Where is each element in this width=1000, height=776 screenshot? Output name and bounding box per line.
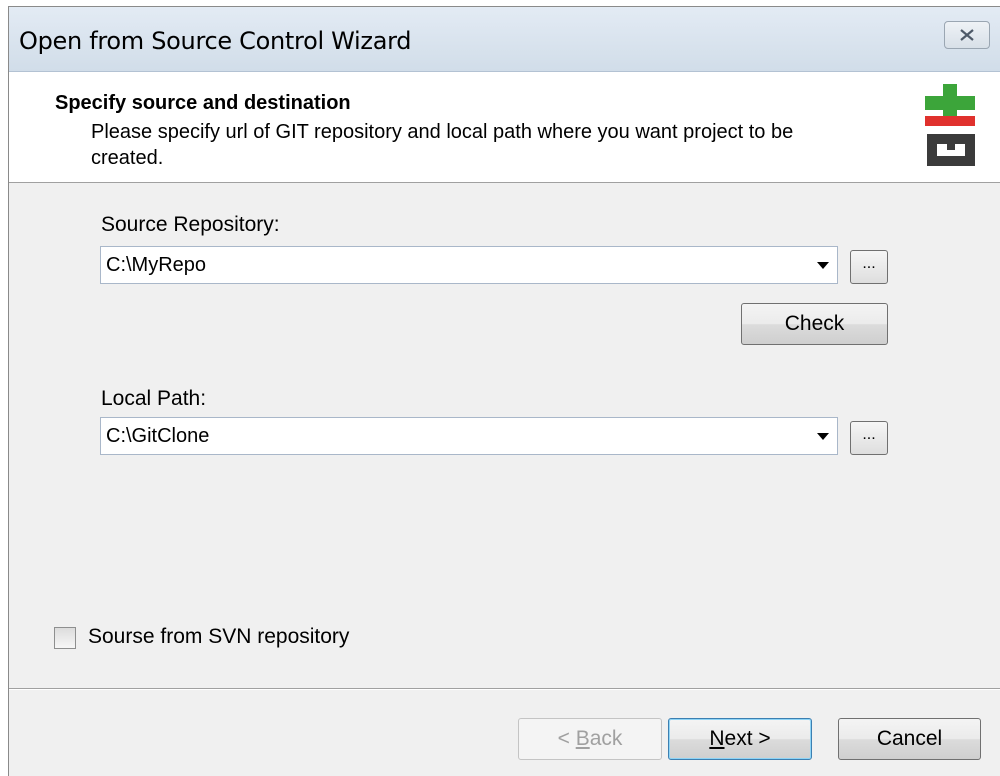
local-browse-button[interactable]: ... <box>850 421 888 455</box>
wizard-header: Specify source and destination Please sp… <box>9 72 1000 183</box>
chevron-down-icon[interactable] <box>817 433 829 441</box>
cancel-button[interactable]: Cancel <box>838 718 981 760</box>
wizard-window: Open from Source Control Wizard Specify … <box>8 6 1000 776</box>
source-repository-combo[interactable]: C:\MyRepo <box>100 246 838 284</box>
window-title: Open from Source Control Wizard <box>19 27 412 55</box>
back-rest: ack <box>589 727 623 750</box>
footer-divider <box>9 688 1000 690</box>
close-button[interactable] <box>944 21 990 49</box>
next-rest: ext > <box>724 727 771 750</box>
page-title: Specify source and destination <box>55 92 351 114</box>
git-logo <box>925 84 975 166</box>
back-accel: B <box>575 727 590 750</box>
title-bar: Open from Source Control Wizard <box>9 7 1000 72</box>
next-accel: N <box>709 727 725 750</box>
page-description: Please specify url of GIT repository and… <box>91 121 794 169</box>
source-repository-label: Source Repository: <box>101 213 280 236</box>
local-path-value: C:\GitClone <box>106 425 210 447</box>
svn-checkbox-label[interactable]: Sourse from SVN repository <box>88 625 349 649</box>
local-path-combo[interactable]: C:\GitClone <box>100 417 838 455</box>
source-repository-value: C:\MyRepo <box>106 254 207 276</box>
check-button[interactable]: Check <box>741 303 888 345</box>
local-path-label: Local Path: <box>101 387 207 410</box>
back-prefix: < <box>557 727 576 750</box>
back-button[interactable]: < Back <box>518 718 662 760</box>
svn-checkbox[interactable] <box>54 627 76 649</box>
source-browse-button[interactable]: ... <box>850 250 888 284</box>
close-icon <box>960 29 974 41</box>
next-button[interactable]: Next > <box>668 718 812 760</box>
chevron-down-icon[interactable] <box>817 262 829 270</box>
